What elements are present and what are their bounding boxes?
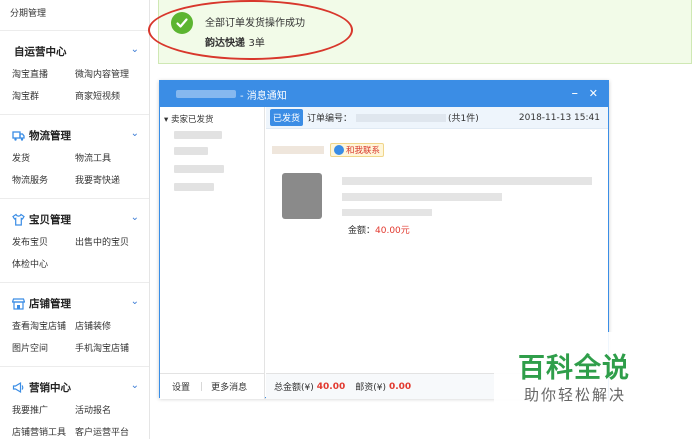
sidebar-link[interactable]: 体检中心: [12, 257, 48, 270]
close-button[interactable]: ✕: [589, 87, 598, 100]
section-marketing[interactable]: 营销中心: [12, 380, 71, 395]
blurred-item: [174, 131, 222, 139]
divider: [0, 114, 149, 115]
sidebar-link[interactable]: 店铺装修: [75, 319, 111, 332]
megaphone-icon: [12, 381, 25, 394]
product-thumbnail[interactable]: [282, 173, 322, 219]
chevron-down-icon[interactable]: ⌄: [131, 128, 139, 139]
blurred-order-number: [356, 113, 447, 122]
sidebar-link[interactable]: 图片空间: [12, 341, 48, 354]
settings-link[interactable]: 设置: [172, 380, 190, 393]
section-self-operation[interactable]: 自运营中心: [14, 44, 67, 59]
order-number-label: 订单编号：: [307, 114, 353, 124]
blurred-buyer-name: [272, 146, 324, 154]
sidebar-link[interactable]: 商家短视频: [75, 89, 120, 102]
window-titlebar[interactable]: - 消息通知 – ✕: [160, 81, 608, 107]
sidebar-link[interactable]: 我要推广: [12, 403, 48, 416]
section-products[interactable]: 宝贝管理: [12, 212, 71, 227]
screen: 分期管理 自运营中心 ⌄ 淘宝直播 微淘内容管理 淘宝群 商家短视频 物流管理 …: [0, 0, 692, 439]
divider: [0, 198, 149, 199]
contact-me-button[interactable]: 和我联系: [330, 143, 385, 157]
chevron-down-icon[interactable]: ⌄: [131, 212, 139, 223]
section-title: 宝贝管理: [29, 214, 71, 226]
sidebar-link[interactable]: 查看淘宝店铺: [12, 319, 66, 332]
total-value: 40.00: [316, 381, 346, 392]
item-count: (共1件): [448, 114, 479, 124]
divider: [0, 282, 149, 283]
caret-down-icon: ▾: [164, 115, 169, 125]
shirt-icon: [12, 213, 25, 226]
blurred-product-title: [342, 177, 592, 185]
seller-sidebar: 分期管理 自运营中心 ⌄ 淘宝直播 微淘内容管理 淘宝群 商家短视频 物流管理 …: [0, 0, 150, 439]
shipping-label: 邮资(¥): [355, 383, 386, 393]
blurred-item: [174, 183, 214, 191]
watermark-subtitle: 助你轻松解决: [524, 386, 627, 404]
sidebar-link[interactable]: 淘宝直播: [12, 67, 48, 80]
amount-label: 金额：: [348, 226, 376, 236]
window-title: - 消息通知: [240, 90, 287, 102]
sidebar-link[interactable]: 淘宝群: [12, 89, 39, 102]
buyer-row: 和我联系: [272, 143, 385, 157]
sidebar-link[interactable]: 店铺营销工具: [12, 425, 66, 438]
sidebar-link[interactable]: 我要寄快递: [75, 173, 120, 186]
folder-label: 卖家已发货: [170, 115, 214, 125]
sidebar-item-installment[interactable]: 分期管理: [10, 6, 46, 19]
truck-icon: [12, 129, 25, 142]
panel-footer: 设置 | 更多消息: [160, 373, 265, 399]
section-title: 店铺管理: [29, 298, 71, 310]
watermark-title: 百科全说: [518, 353, 630, 384]
amount-value: 40.00元: [375, 226, 410, 236]
chat-icon: [334, 145, 344, 155]
folder-shipped[interactable]: ▾ 卖家已发货: [164, 113, 214, 125]
chevron-down-icon[interactable]: ⌄: [131, 296, 139, 307]
blurred-product-sku: [342, 209, 432, 216]
message-folder-panel: ▾ 卖家已发货 设置 | 更多消息: [160, 107, 265, 399]
sidebar-link[interactable]: 微淘内容管理: [75, 67, 129, 80]
watermark-logo: 百科全说 助你轻松解决: [494, 332, 670, 408]
sidebar-link[interactable]: 发货: [12, 151, 30, 164]
section-title: 自运营中心: [14, 46, 67, 58]
total-label: 总金额(¥): [274, 383, 314, 393]
item-amount: 金额：40.00元: [348, 223, 410, 236]
chevron-down-icon[interactable]: ⌄: [131, 380, 139, 391]
section-logistics[interactable]: 物流管理: [12, 128, 71, 143]
blurred-product-title: [342, 193, 502, 201]
contact-label: 和我联系: [346, 146, 381, 156]
order-timestamp: 2018-11-13 15:41: [518, 112, 600, 123]
blurred-shop-name: [176, 90, 236, 98]
store-icon: [11, 297, 26, 310]
highlight-ellipse: [148, 0, 353, 60]
divider: [0, 366, 149, 367]
section-store[interactable]: 店铺管理: [11, 296, 71, 311]
sidebar-link[interactable]: 发布宝贝: [12, 235, 48, 248]
shipping-value: 0.00: [388, 381, 412, 392]
section-title: 营销中心: [29, 382, 71, 394]
sidebar-link[interactable]: 活动报名: [75, 403, 111, 416]
sidebar-link[interactable]: 客户运营平台: [75, 425, 129, 438]
order-header: 已发货 订单编号： (共1件) 2018-11-13 15:41: [266, 107, 608, 129]
sidebar-link[interactable]: 手机淘宝店铺: [75, 341, 129, 354]
divider: [0, 30, 149, 31]
section-title: 物流管理: [29, 130, 71, 142]
divider: |: [200, 381, 204, 392]
minimize-button[interactable]: –: [572, 86, 579, 101]
more-messages-link[interactable]: 更多消息: [211, 380, 247, 393]
chevron-down-icon[interactable]: ⌄: [131, 44, 139, 55]
sidebar-link[interactable]: 物流服务: [12, 173, 48, 186]
blurred-item: [174, 147, 208, 155]
status-badge: 已发货: [270, 109, 304, 126]
sidebar-link[interactable]: 出售中的宝贝: [75, 235, 129, 248]
sidebar-link[interactable]: 物流工具: [75, 151, 111, 164]
blurred-item: [174, 165, 224, 173]
